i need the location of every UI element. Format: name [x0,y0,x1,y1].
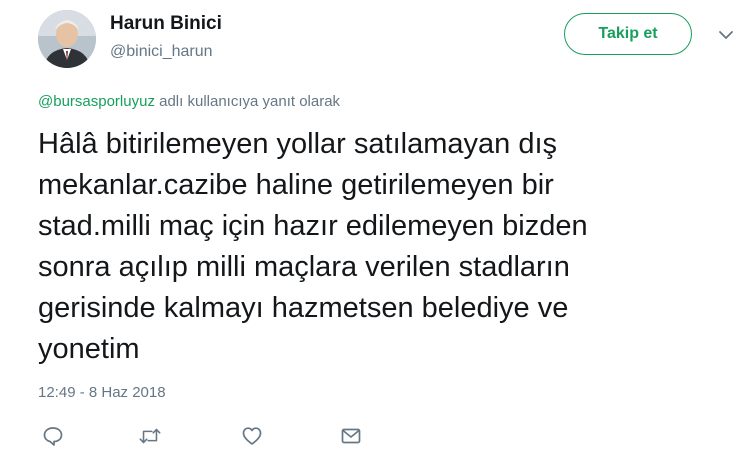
reply-context-label: adlı kullanıcıya yanıt olarak [154,93,341,110]
user-info: Harun Binici @binici_harun [110,12,222,63]
reply-icon[interactable] [41,424,65,448]
chevron-down-icon[interactable] [717,28,735,42]
follow-button-label: Takip et [598,25,658,42]
avatar-photo [38,10,96,68]
display-name[interactable]: Harun Binici [110,12,222,36]
heart-icon[interactable] [240,424,264,448]
reply-mention-link[interactable]: @bursasporluyuz [38,93,155,110]
envelope-icon[interactable] [339,424,363,448]
follow-button[interactable]: Takip et [564,13,692,55]
retweet-icon[interactable] [138,424,162,448]
tweet-card: Harun Binici @binici_harun Takip et @bur… [0,0,750,461]
tweet-text: Hâlâ bitirilemeyen yollar satılamayan dı… [38,128,588,365]
tweet-timestamp[interactable]: 12:49 - 8 Haz 2018 [38,384,166,401]
avatar[interactable] [38,10,96,68]
username[interactable]: @binici_harun [110,41,222,63]
reply-context: @bursasporluyuz adlı kullanıcıya yanıt o… [38,93,340,110]
